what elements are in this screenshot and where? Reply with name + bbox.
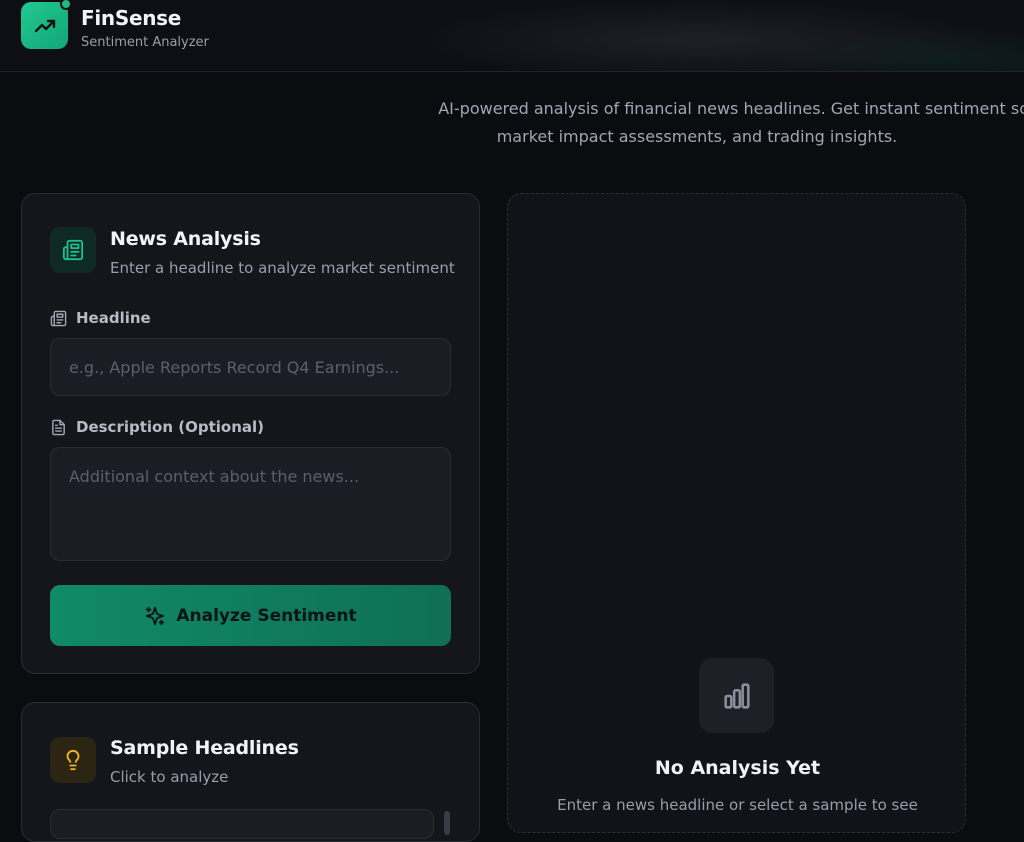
file-text-icon bbox=[52, 419, 65, 435]
headline-label: Headline bbox=[50, 309, 151, 327]
app-header: FinSense Sentiment Analyzer bbox=[0, 0, 1024, 72]
news-analysis-title: News Analysis bbox=[110, 228, 261, 250]
sparkles-icon bbox=[146, 606, 165, 625]
description-input[interactable] bbox=[50, 447, 451, 561]
description-label: Description (Optional) bbox=[50, 418, 264, 436]
empty-state-subtitle: Enter a news headline or select a sample… bbox=[557, 796, 918, 814]
sample-headlines-card: Sample Headlines Click to analyze bbox=[21, 702, 480, 842]
trending-up-icon bbox=[34, 19, 55, 32]
app-title: FinSense bbox=[81, 6, 182, 30]
headline-label-text: Headline bbox=[76, 309, 151, 327]
intro-line-1: AI-powered analysis of financial news he… bbox=[438, 99, 1024, 118]
newspaper-icon bbox=[62, 239, 84, 261]
app-logo[interactable] bbox=[21, 2, 68, 49]
intro-text: AI-powered analysis of financial news he… bbox=[418, 95, 1024, 151]
sample-headlines-title: Sample Headlines bbox=[110, 737, 299, 759]
analyze-button-label: Analyze Sentiment bbox=[176, 605, 357, 626]
empty-state-title: No Analysis Yet bbox=[654, 757, 821, 779]
newspaper-small-icon bbox=[50, 310, 67, 326]
status-dot bbox=[60, 0, 72, 10]
sample-icon-box bbox=[50, 737, 96, 783]
description-label-text: Description (Optional) bbox=[76, 418, 264, 436]
analyze-sentiment-button[interactable]: Analyze Sentiment bbox=[50, 585, 451, 646]
headline-input[interactable] bbox=[50, 338, 451, 396]
app-subtitle: Sentiment Analyzer bbox=[81, 35, 209, 50]
news-analysis-card: News Analysis Enter a headline to analyz… bbox=[21, 193, 480, 674]
news-analysis-subtitle: Enter a headline to analyze market senti… bbox=[110, 259, 455, 277]
bar-chart-icon bbox=[723, 682, 750, 709]
sample-headline-item[interactable] bbox=[50, 809, 434, 839]
intro-line-2: market impact assessments, and trading i… bbox=[496, 127, 898, 146]
empty-state-icon-box bbox=[699, 658, 774, 733]
lightbulb-icon bbox=[66, 750, 80, 771]
news-icon-box bbox=[50, 227, 96, 273]
analysis-result-panel: No Analysis Yet Enter a news headline or… bbox=[507, 193, 966, 833]
sample-headlines-subtitle: Click to analyze bbox=[110, 768, 229, 786]
